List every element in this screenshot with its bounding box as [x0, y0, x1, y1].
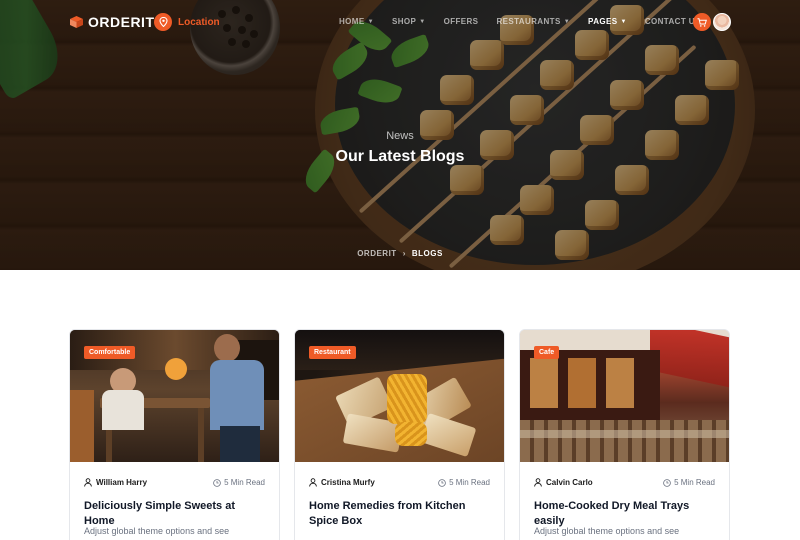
category-badge[interactable]: Restaurant	[309, 346, 356, 359]
main-menu: HOME ▼ SHOP ▼ OFFERS RESTAURANTS ▼ PAGES ▼ C…	[339, 17, 701, 26]
menu-item-label: HOME	[339, 17, 365, 26]
breadcrumb-home-link[interactable]: ORDERIT	[357, 249, 397, 258]
post-title[interactable]: Home Remedies from Kitchen Spice Box	[309, 499, 490, 529]
post-meta: William Harry 5 Min Read	[84, 478, 265, 487]
post-author[interactable]: Calvin Carlo	[534, 478, 593, 487]
post-author[interactable]: William Harry	[84, 478, 147, 487]
brand-name: ORDERIT	[88, 14, 155, 30]
user-icon	[534, 478, 542, 487]
cart-button[interactable]	[693, 13, 711, 31]
menu-item-label: SHOP	[391, 17, 417, 26]
chevron-down-icon: ▼	[367, 18, 374, 25]
author-name: Cristina Murfy	[321, 478, 375, 487]
post-meta: Calvin Carlo 5 Min Read	[534, 478, 715, 487]
blog-card[interactable]: Restaurant Cristina Murfy 5 Min Read Hom…	[294, 329, 505, 540]
author-name: William Harry	[96, 478, 148, 487]
menu-item-shop[interactable]: SHOP ▼	[392, 17, 426, 26]
blog-card[interactable]: Cafe Calvin Carlo 5 Min Read Home-Cooked…	[519, 329, 730, 540]
blog-card[interactable]: Comfortable William Harry 5 Min Read Del…	[69, 329, 280, 540]
hero-subtitle: News	[386, 130, 414, 142]
post-excerpt: Adjust global theme options and see	[534, 526, 680, 536]
map-pin-icon	[154, 13, 172, 31]
menu-item-label: OFFERS	[443, 17, 479, 26]
clock-icon	[213, 478, 221, 487]
read-time-label: 5 Min Read	[449, 478, 490, 487]
clock-icon	[663, 478, 671, 487]
menu-item-offers[interactable]: OFFERS	[444, 17, 479, 26]
user-avatar[interactable]	[713, 13, 731, 31]
menu-item-restaurants[interactable]: RESTAURANTS ▼	[496, 17, 570, 26]
menu-item-label: PAGES	[588, 17, 618, 26]
breadcrumb: ORDERIT › BLOGS	[0, 249, 800, 258]
read-time-label: 5 Min Read	[674, 478, 715, 487]
read-time: 5 Min Read	[438, 478, 490, 487]
location-button[interactable]: Location	[154, 13, 220, 31]
menu-item-home[interactable]: HOME ▼	[339, 17, 374, 26]
menu-item-pages[interactable]: PAGES ▼	[588, 17, 627, 26]
page-title: Our Latest Blogs	[335, 148, 465, 165]
post-author[interactable]: Cristina Murfy	[309, 478, 375, 487]
brand-logo[interactable]: ORDERIT	[70, 14, 155, 30]
location-label: Location	[178, 16, 220, 28]
breadcrumb-current: BLOGS	[411, 249, 443, 258]
read-time: 5 Min Read	[663, 478, 715, 487]
menu-item-label: RESTAURANTS	[496, 17, 561, 26]
clock-icon	[438, 478, 446, 487]
category-badge[interactable]: Cafe	[534, 346, 560, 359]
chevron-right-icon: ›	[402, 249, 406, 258]
author-name: Calvin Carlo	[546, 478, 593, 487]
chevron-down-icon: ▼	[563, 18, 571, 25]
top-navigation: ORDERIT Location HOME ▼ SHOP ▼ OFFERS REST…	[0, 0, 800, 42]
logo-box-icon	[70, 16, 83, 28]
read-time-label: 5 Min Read	[224, 478, 265, 487]
read-time: 5 Min Read	[213, 478, 265, 487]
chevron-down-icon: ▼	[620, 18, 627, 25]
category-badge[interactable]: Comfortable	[84, 346, 136, 359]
post-meta: Cristina Murfy 5 Min Read	[309, 478, 490, 487]
user-icon	[84, 478, 92, 487]
chevron-down-icon: ▼	[419, 18, 426, 25]
user-icon	[309, 478, 317, 487]
cart-icon	[697, 17, 707, 27]
post-excerpt: Adjust global theme options and see	[84, 526, 230, 536]
